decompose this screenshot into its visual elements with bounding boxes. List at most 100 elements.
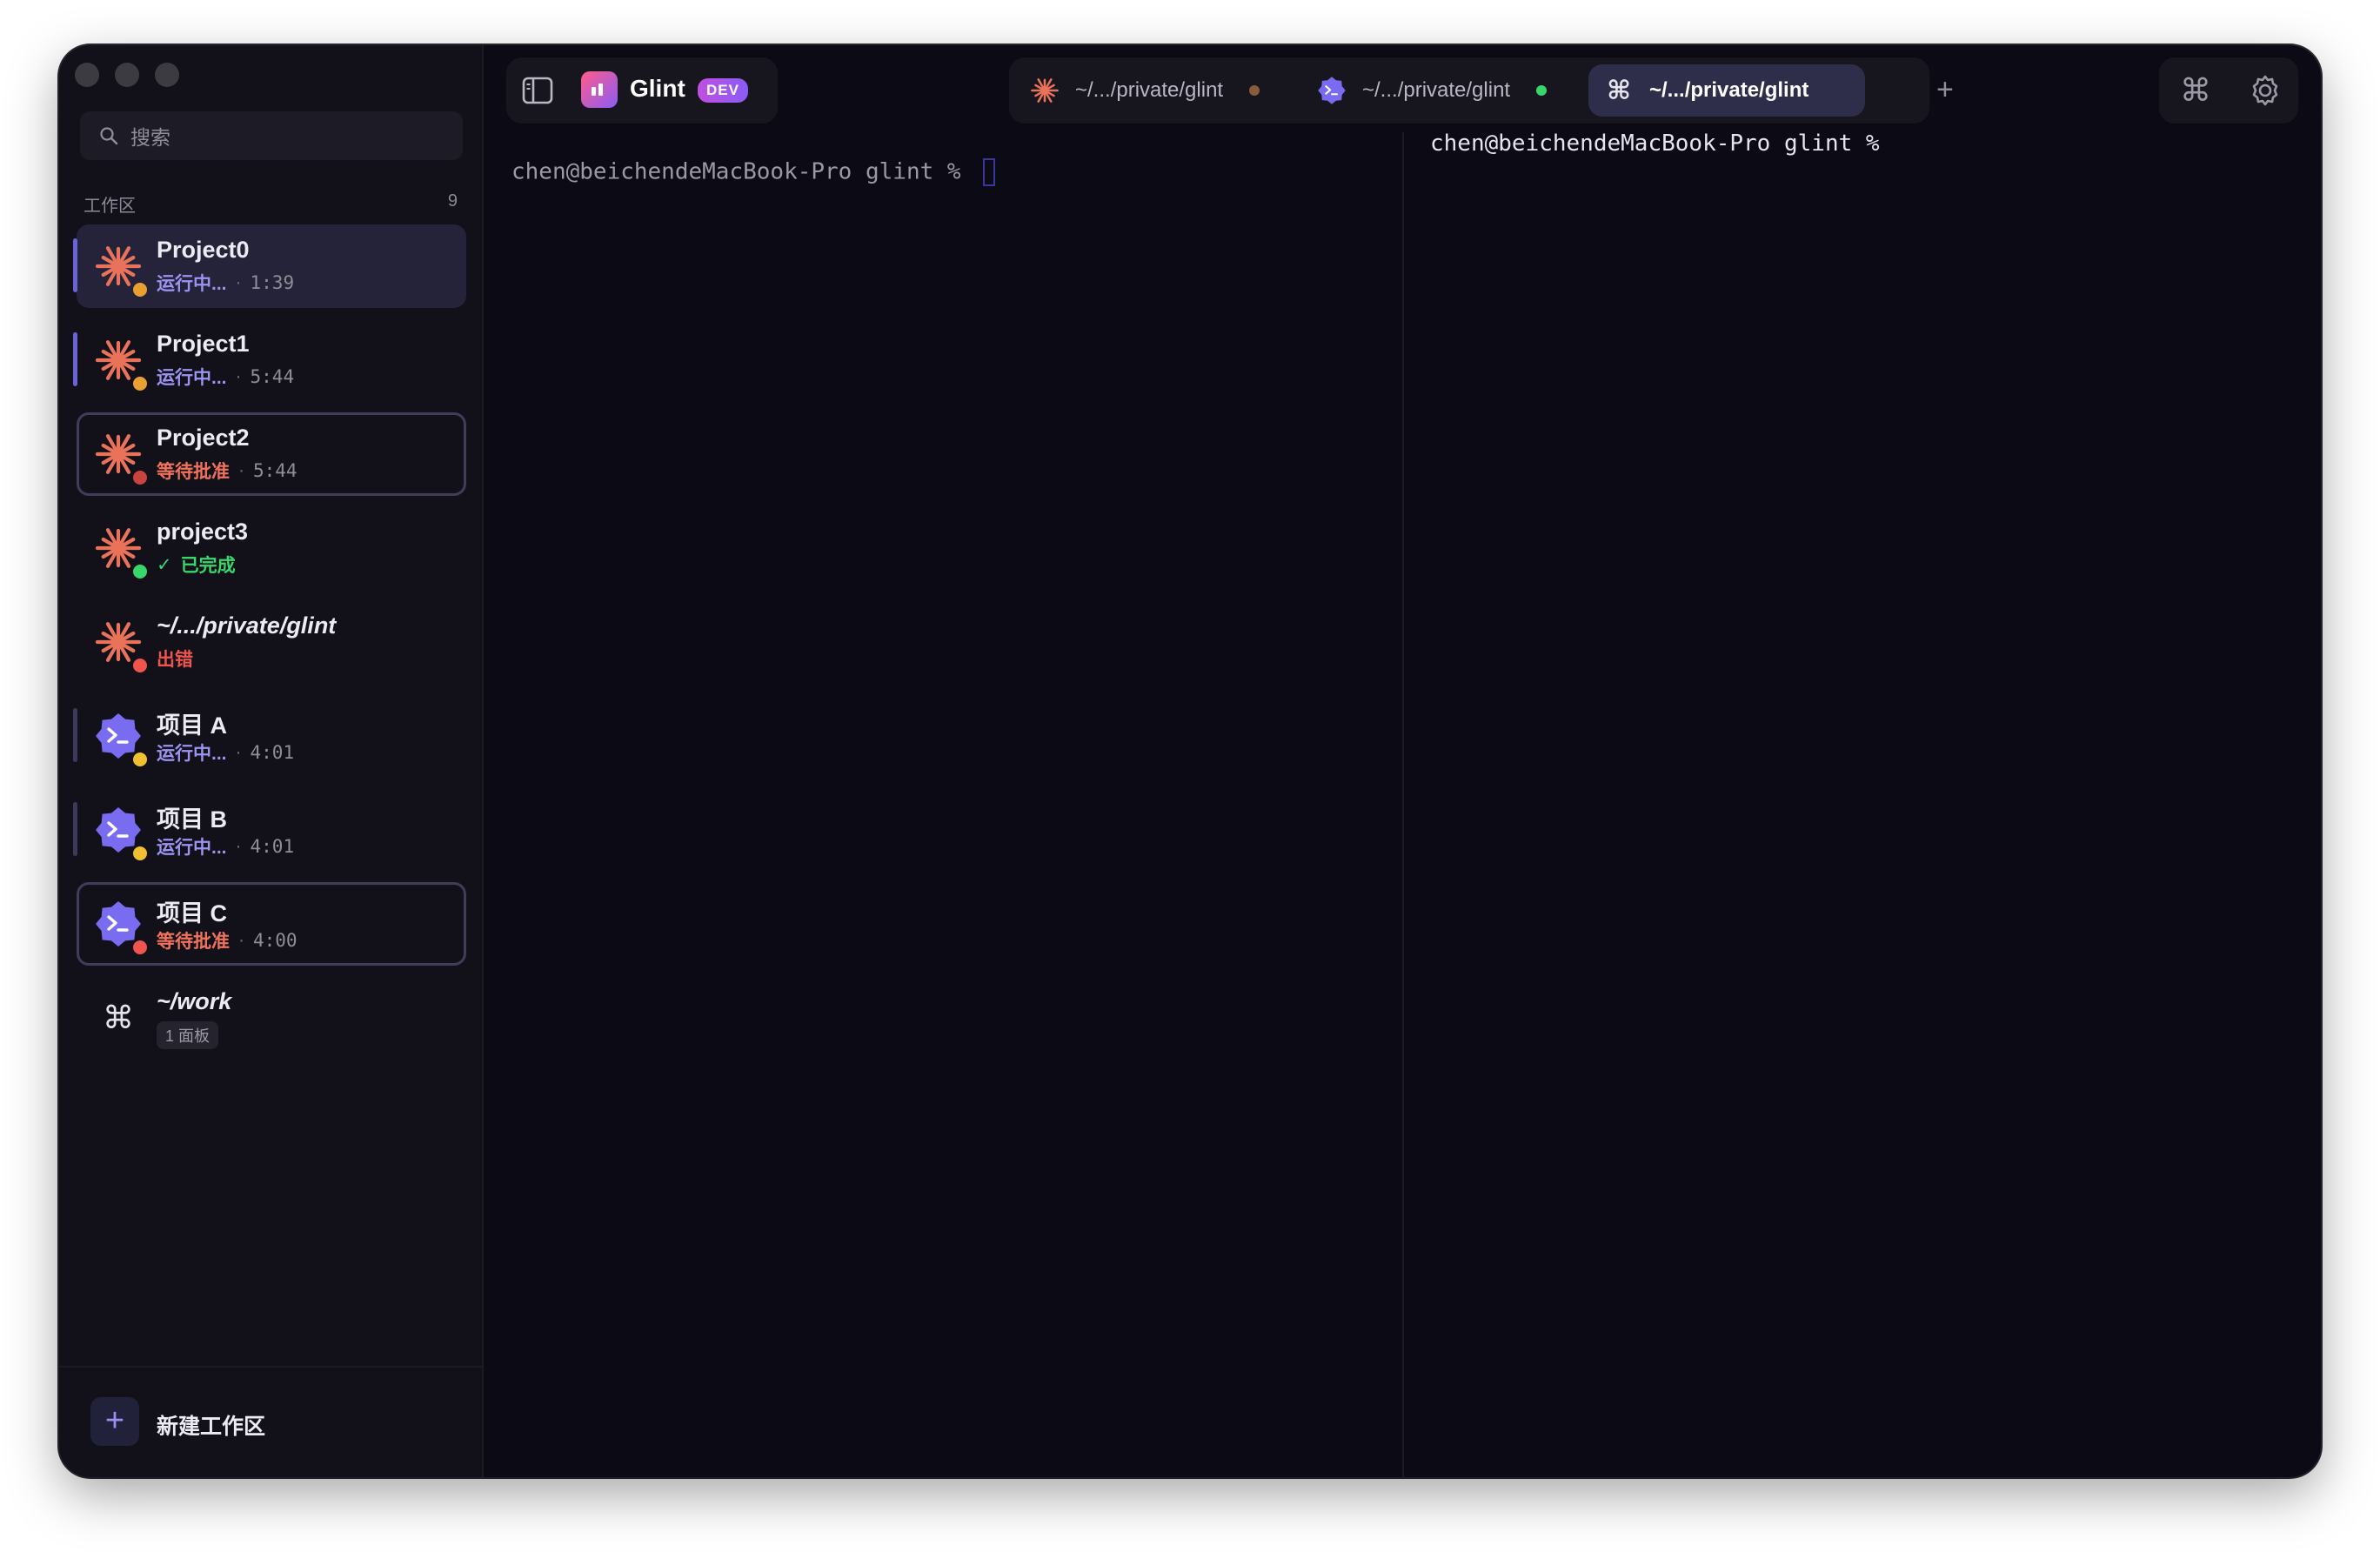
terminal-cursor [983, 158, 996, 186]
workspace-item[interactable]: 项目 B 运行中... · 4:01 [73, 788, 466, 872]
separator-dot: · [235, 742, 242, 762]
workspace-time: 4:00 [253, 930, 298, 951]
workspace-list: Project0 运行中... · 1:39 Project1 运行中... ·… [73, 224, 466, 1070]
command-icon: ⌘ [103, 1000, 134, 1035]
tab-item[interactable]: ~/.../private/glint [1317, 64, 1548, 117]
search-input[interactable]: 搜索 [80, 111, 463, 160]
plus-icon: + [90, 1397, 139, 1446]
search-icon [99, 126, 118, 145]
window-controls [75, 63, 179, 87]
close-window-button[interactable] [75, 63, 99, 87]
active-indicator [73, 332, 77, 386]
tab-label: ~/.../private/glint [1362, 78, 1511, 102]
status-dot [130, 656, 150, 675]
workspace-status: 运行中... [157, 274, 227, 294]
workspace-name: ~/.../private/glint [157, 612, 337, 639]
workspace-item[interactable]: Project1 运行中... · 5:44 [73, 318, 466, 402]
app-logo-icon [581, 71, 618, 108]
command-palette-icon[interactable]: ⌘ [2178, 73, 2213, 108]
sidebar-toggle-icon[interactable] [522, 77, 553, 104]
search-placeholder: 搜索 [130, 126, 170, 149]
tab-item[interactable]: ⌘ ~/.../private/glint [1588, 64, 1865, 117]
workspace-time: 5:44 [250, 366, 295, 387]
terminal-pane-left[interactable]: chen@beichendeMacBook-Pro glint % [511, 158, 996, 186]
workspace-time: 1:39 [250, 272, 295, 293]
workspace-status: 出错 [157, 650, 193, 670]
gear-icon[interactable] [2248, 73, 2283, 108]
zoom-window-button[interactable] [155, 63, 179, 87]
check-icon: ✓ [157, 554, 172, 575]
panel-count-badge: 1 面板 [157, 1021, 219, 1049]
claude-icon [1030, 76, 1060, 105]
workspace-meta: 等待批准 · 5:44 [157, 458, 298, 484]
workspace-meta: 运行中... · 4:01 [157, 833, 294, 860]
tab-status-dot [1249, 85, 1260, 96]
workspace-meta: 运行中... · 5:44 [157, 364, 294, 390]
status-dot [130, 562, 150, 581]
workspace-name: ~/work [157, 988, 232, 1014]
status-dot [130, 938, 150, 957]
workspace-name: Project2 [157, 425, 250, 451]
workspace-name: 项目 C [157, 900, 227, 927]
workspace-status: 运行中... [157, 744, 227, 764]
status-dot [130, 280, 150, 299]
workspace-item[interactable]: ~/.../private/glint 出错 [77, 600, 466, 684]
codex-icon [1317, 76, 1347, 105]
tab-item[interactable]: ~/.../private/glint [1030, 64, 1260, 117]
workspace-item[interactable]: Project2 等待批准 · 5:44 [77, 412, 466, 496]
workspace-status: 已完成 [180, 556, 236, 576]
tab-status-dot [1536, 85, 1548, 96]
workspace-meta: 运行中... · 4:01 [157, 739, 294, 766]
workspace-name: Project1 [157, 331, 250, 357]
minimize-window-button[interactable] [115, 63, 139, 87]
dev-badge: DEV [698, 78, 748, 103]
sidebar: 搜索 工作区 9 Project0 运行中... · 1:39 Project1… [59, 45, 484, 1477]
workspace-status: 等待批准 [157, 462, 230, 482]
workspace-meta: 1 面板 [157, 1021, 219, 1049]
workspace-name: 项目 B [157, 806, 227, 833]
tab-bar: ~/.../private/glint ~/.../private/glint … [1009, 57, 1954, 124]
toolbar-right: ⌘ [2159, 57, 2298, 124]
workspace-name: project3 [157, 518, 249, 545]
workspace-meta: 等待批准 · 4:00 [157, 927, 298, 953]
separator-dot: · [238, 460, 244, 480]
workspace-time: 5:44 [253, 460, 298, 481]
workspace-status: 等待批准 [157, 932, 230, 952]
brand-bar: Glint DEV [506, 57, 778, 124]
status-dot [130, 468, 150, 487]
app-title: Glint [630, 75, 685, 102]
pane-divider[interactable] [1402, 132, 1404, 1477]
new-workspace-label: 新建工作区 [157, 1415, 266, 1439]
workspace-item[interactable]: 项目 C 等待批准 · 4:00 [77, 882, 466, 966]
command-icon: ⌘ [1607, 76, 1631, 105]
terminal-prompt: chen@beichendeMacBook-Pro glint % [1430, 130, 1880, 157]
workspace-section-title: 工作区 [84, 197, 136, 216]
separator-dot: · [238, 930, 244, 950]
workspace-meta: 运行中... · 1:39 [157, 270, 294, 296]
workspace-item[interactable]: 项目 A 运行中... · 4:01 [73, 694, 466, 778]
workspace-count: 9 [447, 191, 458, 211]
separator-dot: · [235, 836, 242, 856]
active-indicator [73, 802, 77, 856]
workspace-name: Project0 [157, 237, 250, 263]
workspace-status: 运行中... [157, 368, 227, 388]
terminal-pane-right[interactable]: chen@beichendeMacBook-Pro glint % [1430, 130, 1880, 157]
workspace-item[interactable]: Project0 运行中... · 1:39 [73, 224, 466, 308]
status-dot [130, 374, 150, 393]
workspace-item[interactable]: project3 ✓ 已完成 [77, 506, 466, 590]
add-tab-button[interactable]: + [1936, 73, 1954, 107]
status-dot [130, 750, 150, 769]
workspace-meta: ✓ 已完成 [157, 552, 236, 578]
new-workspace-button[interactable]: + 新建工作区 [59, 1366, 482, 1477]
active-indicator [73, 238, 77, 292]
tab-label: ~/.../private/glint [1649, 78, 1809, 102]
separator-dot: · [235, 366, 242, 386]
app-window: 搜索 工作区 9 Project0 运行中... · 1:39 Project1… [59, 45, 2321, 1477]
terminal-prompt: chen@beichendeMacBook-Pro glint % [511, 158, 975, 185]
active-indicator [73, 708, 77, 762]
workspace-name: 项目 A [157, 712, 227, 739]
tab-label: ~/.../private/glint [1075, 78, 1224, 102]
separator-dot: · [235, 272, 242, 292]
workspace-status: 运行中... [157, 838, 227, 858]
workspace-item[interactable]: ⌘ ~/work 1 面板 [77, 976, 466, 1060]
